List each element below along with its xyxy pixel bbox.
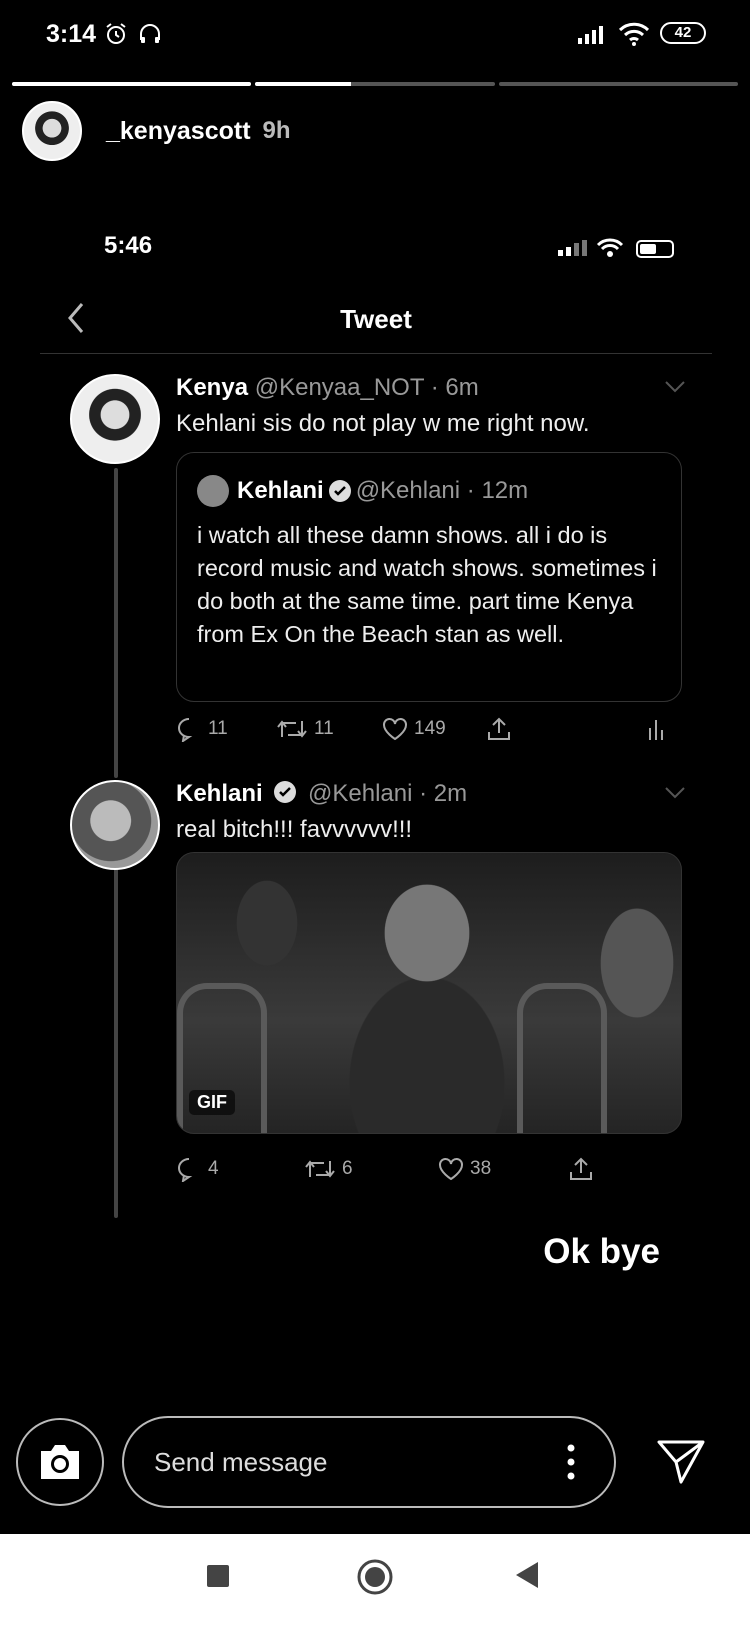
- quoted-tweet[interactable]: Kehlani @Kehlani · 12m i watch all these…: [176, 452, 682, 702]
- heart-icon: [439, 1158, 463, 1181]
- reply-button[interactable]: 11: [176, 716, 276, 742]
- signal-icon: [578, 26, 603, 44]
- tweet-author-name[interactable]: Kenya: [176, 374, 248, 401]
- send-message-placeholder: Send message: [154, 1446, 328, 1477]
- tweet-text: real bitch!!! favvvvvv!!!: [176, 816, 413, 843]
- share-icon: [488, 717, 510, 740]
- reply-icon: [178, 718, 193, 742]
- reply-icon: [178, 1158, 193, 1182]
- headset-icon: [140, 24, 160, 43]
- like-button[interactable]: 38: [438, 1157, 568, 1181]
- wifi-icon: [596, 238, 624, 257]
- avatar[interactable]: [70, 780, 160, 870]
- reply-count: 11: [208, 718, 228, 739]
- camera-button[interactable]: [16, 1418, 104, 1506]
- tweet-actions: 11 11 149: [176, 716, 686, 742]
- verified-badge-icon: [328, 480, 351, 502]
- story-header: _kenyascott 9h: [22, 100, 291, 162]
- tweet[interactable]: Kehlani @Kehlani · 2m real bitch!!! favv…: [70, 780, 690, 1200]
- retweet-icon: [305, 1160, 335, 1178]
- back-icon[interactable]: [514, 1560, 540, 1590]
- camera-icon: [41, 1445, 79, 1479]
- share-button[interactable]: [486, 716, 646, 742]
- like-count: 38: [470, 1158, 492, 1179]
- status-bar: 3:14 42: [0, 0, 750, 70]
- tweet-header: Tweet: [40, 290, 712, 354]
- retweet-icon: [277, 720, 307, 738]
- verified-badge-icon: [274, 781, 297, 803]
- share-icon: [570, 1157, 592, 1180]
- tweet-actions: 4 6 38: [176, 1156, 594, 1182]
- wifi-icon: [618, 22, 650, 46]
- story-progress-segment: [255, 82, 495, 86]
- avatar[interactable]: [70, 374, 160, 464]
- gif-badge: GIF: [189, 1090, 235, 1115]
- heart-icon: [383, 718, 407, 741]
- avatar[interactable]: [22, 101, 82, 161]
- retweet-count: 6: [342, 1158, 353, 1179]
- story-progress-segment: [12, 82, 252, 86]
- story-progress: [12, 82, 738, 86]
- battery-indicator: [636, 240, 674, 258]
- story-timestamp: 9h: [262, 117, 291, 144]
- story-username[interactable]: _kenyascott: [106, 117, 251, 146]
- chevron-down-icon[interactable]: [664, 380, 686, 394]
- gif-scene: [517, 983, 607, 1133]
- reply-button[interactable]: 4: [176, 1156, 304, 1182]
- quote-text: i watch all these damn shows. all i do i…: [197, 522, 657, 647]
- tweet-text: Kehlani sis do not play w me right now.: [176, 410, 590, 437]
- retweet-button[interactable]: 6: [304, 1157, 438, 1181]
- share-button[interactable]: [568, 1156, 594, 1182]
- tweet[interactable]: Kenya @Kenyaa_NOT · 6m Kehlani sis do no…: [70, 374, 690, 754]
- story-progress-segment: [498, 82, 738, 86]
- story-caption: Ok bye: [543, 1232, 660, 1271]
- retweet-button[interactable]: 11: [276, 717, 382, 741]
- tweet-handle-time: @Kenyaa_NOT · 6m: [254, 374, 479, 401]
- like-count: 149: [414, 718, 446, 739]
- tweet-author-name[interactable]: Kehlani: [176, 780, 263, 807]
- battery-indicator: 42: [660, 22, 706, 44]
- system-nav-bar: [0, 1534, 750, 1625]
- retweet-count: 11: [314, 718, 334, 739]
- avatar: [197, 475, 229, 507]
- reply-count: 4: [208, 1158, 219, 1179]
- signal-icon: [558, 240, 587, 256]
- chevron-down-icon[interactable]: [664, 786, 686, 800]
- screenshot-status-time: 5:46: [104, 232, 153, 259]
- home-icon[interactable]: [356, 1558, 394, 1596]
- status-time: 3:14: [46, 20, 97, 48]
- alarm-icon: [106, 23, 126, 44]
- send-message-input[interactable]: Send message: [122, 1416, 616, 1508]
- tweet-handle-time: @Kehlani · 2m: [308, 780, 468, 807]
- analytics-icon[interactable]: [646, 718, 666, 740]
- more-vertical-icon[interactable]: [566, 1444, 576, 1480]
- page-title: Tweet: [340, 304, 412, 334]
- quote-handle-time: @Kehlani · 12m: [355, 477, 529, 504]
- like-button[interactable]: 149: [382, 717, 486, 741]
- quote-author-name: Kehlani: [237, 477, 324, 504]
- gif-media[interactable]: GIF: [176, 852, 682, 1134]
- send-icon[interactable]: [656, 1438, 706, 1484]
- recents-icon[interactable]: [206, 1564, 230, 1588]
